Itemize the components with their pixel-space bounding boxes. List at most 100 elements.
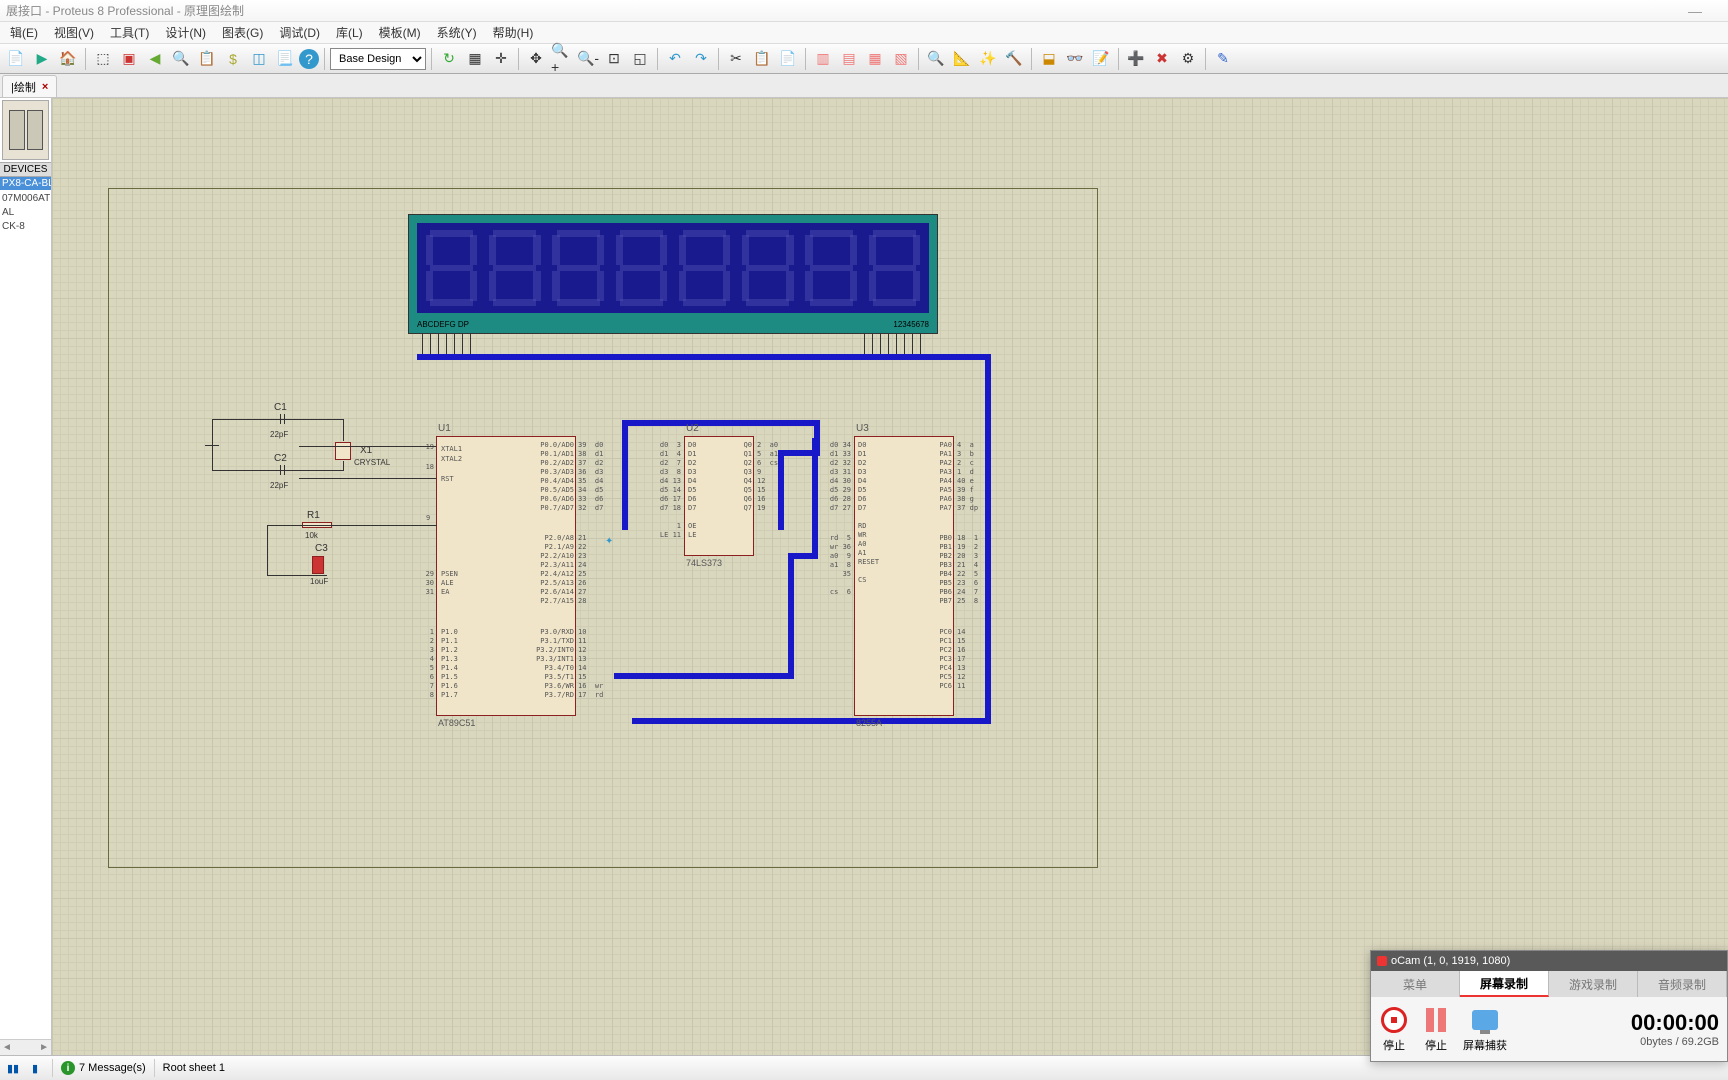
notes-icon[interactable]: 📝 [1089, 47, 1113, 71]
ocam-capture-button[interactable]: 屏幕捕获 [1463, 1005, 1507, 1053]
menu-charts[interactable]: 图表(G) [214, 22, 271, 43]
paste-icon[interactable]: 📄 [776, 47, 800, 71]
ocam-window[interactable]: oCam (1, 0, 1919, 1080) 菜单 屏幕录制 游戏录制 音频录… [1370, 950, 1728, 1062]
u2-pins-left: D0 D1 D2 D3 D4 D5 D6 D7 OE LE [688, 441, 696, 540]
block2-icon[interactable]: ▤ [837, 47, 861, 71]
refresh-icon[interactable]: ↻ [437, 47, 461, 71]
list-item[interactable]: AL [2, 206, 49, 220]
zoomarea-icon[interactable]: ◱ [628, 47, 652, 71]
sim-pause-button[interactable]: ▮▮ [4, 1059, 22, 1077]
redo-icon[interactable]: ↷ [689, 47, 713, 71]
origin-icon[interactable]: ✛ [489, 47, 513, 71]
message-count[interactable]: 7 Message(s) [79, 1062, 146, 1074]
wire [299, 419, 344, 420]
schematic-icon[interactable]: ⬚ [91, 47, 115, 71]
wave-icon[interactable]: ◀ [143, 47, 167, 71]
pan-icon[interactable]: ✥ [524, 47, 548, 71]
device-selected[interactable]: PX8-CA-BL [0, 177, 51, 190]
tab-schematic[interactable]: |绘制 × [2, 75, 57, 97]
menu-help[interactable]: 帮助(H) [485, 22, 542, 43]
design-combo[interactable]: Base Design [330, 48, 426, 70]
label-icon[interactable]: ◫ [247, 47, 271, 71]
menu-edit[interactable]: 辑(E) [2, 22, 46, 43]
home-icon[interactable]: 🏠 [56, 47, 80, 71]
menu-debug[interactable]: 调试(D) [271, 22, 328, 43]
measure-icon[interactable]: 📐 [950, 47, 974, 71]
ocam-tab-game[interactable]: 游戏录制 [1549, 971, 1638, 997]
cut-icon[interactable]: ✂ [724, 47, 748, 71]
new-icon[interactable]: 📄 [4, 47, 28, 71]
record-icon [1377, 956, 1387, 966]
ocam-tab-audio[interactable]: 音频录制 [1638, 971, 1727, 997]
list-item[interactable]: CK-8 [2, 220, 49, 234]
menu-template[interactable]: 模板(M) [371, 22, 429, 43]
u2-ref: U2 [686, 423, 699, 434]
remove-icon[interactable]: ✖ [1150, 47, 1174, 71]
wire [212, 419, 267, 420]
ocam-stop-button[interactable]: 停止 [1379, 1005, 1409, 1053]
doc-icon[interactable]: 📋 [195, 47, 219, 71]
binoc-icon[interactable]: 👓 [1063, 47, 1087, 71]
search-icon[interactable]: 🔍 [169, 47, 193, 71]
ocam-size-text: 0bytes / 69.2GB [1631, 1036, 1719, 1048]
led-display-module[interactable]: ABCDEFG DP 12345678 [408, 214, 938, 334]
grid-icon[interactable]: ▦ [463, 47, 487, 71]
ocam-pause-label: 停止 [1425, 1037, 1447, 1053]
schematic-canvas[interactable]: ABCDEFG DP 12345678 C1 22pF C2 22pF X1 C… [52, 98, 1728, 1055]
copy-icon[interactable]: 📋 [750, 47, 774, 71]
u1-pins-p1: P1.0 P1.1 P1.2 P1.3 P1.4 P1.5 P1.6 P1.7 [441, 628, 458, 700]
cap-symbol[interactable] [267, 419, 299, 420]
u1-nums-p3: 10 11 12 13 14 15 16 wr 17 rd [578, 628, 603, 700]
display-digit-labels: 12345678 [893, 320, 929, 329]
compile-icon[interactable]: ⚙ [1176, 47, 1200, 71]
add-icon[interactable]: ➕ [1124, 47, 1148, 71]
wire [267, 575, 327, 576]
ocam-pause-button[interactable]: 停止 [1421, 1005, 1451, 1053]
block4-icon[interactable]: ▧ [889, 47, 913, 71]
menu-tools[interactable]: 工具(T) [102, 22, 157, 43]
list-item[interactable]: 07M006ATI [2, 192, 49, 206]
block-icon[interactable]: ▥ [811, 47, 835, 71]
ocam-tab-screen[interactable]: 屏幕录制 [1460, 971, 1549, 997]
chip-icon[interactable]: ▣ [117, 47, 141, 71]
edit-icon[interactable]: ✎ [1211, 47, 1235, 71]
sim-stop-button[interactable]: ▮ [26, 1059, 44, 1077]
ocam-title-bar[interactable]: oCam (1, 0, 1919, 1080) [1371, 951, 1727, 971]
hammer-icon[interactable]: 🔨 [1002, 47, 1026, 71]
zoomfit-icon[interactable]: ⊡ [602, 47, 626, 71]
dollar-icon[interactable]: $ [221, 47, 245, 71]
pcb-icon[interactable]: ⬓ [1037, 47, 1061, 71]
info-icon[interactable]: i [61, 1061, 75, 1075]
close-icon[interactable]: × [42, 81, 48, 93]
zoomin-icon[interactable]: 🔍+ [550, 47, 574, 71]
u1-pins-p2: P2.0/A8 P2.1/A9 P2.2/A10 P2.3/A11 P2.4/A… [530, 534, 574, 606]
menu-library[interactable]: 库(L) [328, 22, 371, 43]
page-icon[interactable]: 📃 [273, 47, 297, 71]
menu-system[interactable]: 系统(Y) [429, 22, 485, 43]
open-icon[interactable]: ▶ [30, 47, 54, 71]
undo-icon[interactable]: ↶ [663, 47, 687, 71]
pause-icon [1426, 1008, 1446, 1032]
cap-polar-symbol[interactable] [312, 556, 324, 574]
u1-nums-p0: 39 d0 38 d1 37 d2 36 d3 35 d4 34 d5 33 d… [578, 441, 603, 513]
menu-view[interactable]: 视图(V) [46, 22, 102, 43]
preview-chip-icon [9, 110, 25, 150]
pin-stub [920, 334, 921, 354]
cap-symbol[interactable] [267, 470, 299, 471]
u1-ref: U1 [438, 423, 451, 434]
c2-val: 22pF [270, 481, 288, 490]
c3-val: 1ouF [310, 577, 328, 586]
pin-stub [864, 334, 865, 354]
wand-icon[interactable]: ✨ [976, 47, 1000, 71]
zoomout-icon[interactable]: 🔍- [576, 47, 600, 71]
pin-stub [904, 334, 905, 354]
block3-icon[interactable]: ▦ [863, 47, 887, 71]
hscroll[interactable]: ◄► [0, 1039, 51, 1055]
device-list[interactable]: 07M006ATI AL CK-8 [0, 190, 51, 1039]
menu-design[interactable]: 设计(N) [157, 22, 214, 43]
help-icon[interactable]: ? [299, 49, 319, 69]
ocam-tab-menu[interactable]: 菜单 [1371, 971, 1460, 997]
find-icon[interactable]: 🔍 [924, 47, 948, 71]
minimize-icon[interactable]: — [1668, 3, 1722, 19]
crystal-symbol[interactable] [335, 442, 351, 460]
